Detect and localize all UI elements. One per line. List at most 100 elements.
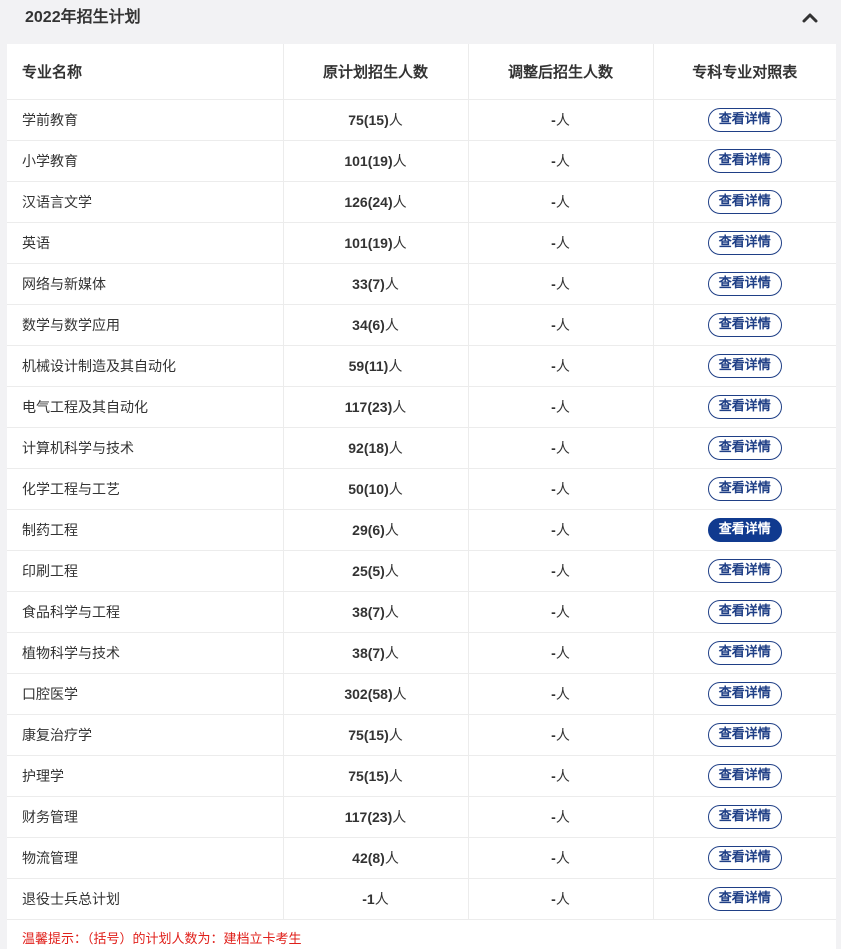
- view-details-button[interactable]: 查看详情: [707, 313, 782, 337]
- major-name: 数学与数学应用: [7, 304, 284, 346]
- original-plan-count: 50(10)人: [283, 468, 469, 510]
- original-plan-count: 101(19)人: [283, 222, 469, 264]
- plan-card: 专业名称 原计划招生人数 调整后招生人数 专科专业对照表 学前教育 75(15)人…: [7, 44, 836, 949]
- table-row: 英语 101(19)人 -人 查看详情: [7, 222, 836, 264]
- major-name: 小学教育: [7, 140, 284, 182]
- view-details-button[interactable]: 查看详情: [707, 395, 782, 419]
- original-plan-value: -1: [362, 891, 375, 907]
- unit-label: 人: [384, 317, 399, 333]
- table-row: 植物科学与技术 38(7)人 -人 查看详情: [7, 632, 836, 674]
- view-details-button[interactable]: 查看详情: [707, 600, 782, 624]
- adjusted-plan-count: -人: [468, 468, 654, 510]
- detail-cell: 查看详情: [653, 99, 836, 141]
- original-plan-value: 33(7): [352, 276, 385, 292]
- original-plan-value: 75(15): [348, 768, 389, 784]
- detail-cell: 查看详情: [653, 755, 836, 797]
- view-details-button[interactable]: 查看详情: [707, 805, 782, 829]
- table-row: 机械设计制造及其自动化 59(11)人 -人 查看详情: [7, 345, 836, 387]
- original-plan-count: 59(11)人: [283, 345, 469, 387]
- view-details-button[interactable]: 查看详情: [707, 682, 782, 706]
- detail-cell: 查看详情: [653, 181, 836, 223]
- view-details-button[interactable]: 查看详情: [707, 518, 782, 542]
- table-row: 学前教育 75(15)人 -人 查看详情: [7, 99, 836, 141]
- view-details-button[interactable]: 查看详情: [707, 231, 782, 255]
- unit-label: 人: [384, 522, 399, 538]
- unit-label: 人: [555, 891, 570, 907]
- original-plan-count: 25(5)人: [283, 550, 469, 592]
- unit-label: 人: [555, 604, 570, 620]
- view-details-button[interactable]: 查看详情: [707, 723, 782, 747]
- detail-cell: 查看详情: [653, 468, 836, 510]
- unit-label: 人: [392, 686, 407, 702]
- detail-cell: 查看详情: [653, 140, 836, 182]
- unit-label: 人: [392, 809, 407, 825]
- table-row: 康复治疗学 75(15)人 -人 查看详情: [7, 714, 836, 756]
- original-plan-count: 42(8)人: [283, 837, 469, 879]
- unit-label: 人: [555, 522, 570, 538]
- major-name: 口腔医学: [7, 673, 284, 715]
- header-adjusted-plan: 调整后招生人数: [468, 44, 654, 100]
- original-plan-value: 75(15): [348, 112, 389, 128]
- adjusted-plan-count: -人: [468, 222, 654, 264]
- panel-header[interactable]: 2022年招生计划: [0, 0, 841, 37]
- original-plan-value: 42(8): [352, 850, 385, 866]
- detail-cell: 查看详情: [653, 796, 836, 838]
- adjusted-plan-count: -人: [468, 878, 654, 920]
- original-plan-count: 126(24)人: [283, 181, 469, 223]
- original-plan-value: 75(15): [348, 727, 389, 743]
- unit-label: 人: [388, 358, 403, 374]
- table-row: 化学工程与工艺 50(10)人 -人 查看详情: [7, 468, 836, 510]
- chevron-up-icon[interactable]: [801, 9, 819, 27]
- view-details-button[interactable]: 查看详情: [707, 436, 782, 460]
- detail-cell: 查看详情: [653, 550, 836, 592]
- detail-cell: 查看详情: [653, 222, 836, 264]
- view-details-button[interactable]: 查看详情: [707, 846, 782, 870]
- view-details-button[interactable]: 查看详情: [707, 641, 782, 665]
- unit-label: 人: [555, 194, 570, 210]
- table-row: 退役士兵总计划 -1人 -人 查看详情: [7, 878, 836, 920]
- unit-label: 人: [388, 481, 403, 497]
- original-plan-value: 59(11): [348, 358, 389, 374]
- detail-cell: 查看详情: [653, 345, 836, 387]
- adjusted-plan-count: -人: [468, 345, 654, 387]
- view-details-button[interactable]: 查看详情: [707, 149, 782, 173]
- unit-label: 人: [555, 440, 570, 456]
- view-details-button[interactable]: 查看详情: [707, 887, 782, 911]
- detail-cell: 查看详情: [653, 673, 836, 715]
- view-details-button[interactable]: 查看详情: [707, 272, 782, 296]
- adjusted-plan-count: -人: [468, 796, 654, 838]
- unit-label: 人: [384, 276, 399, 292]
- unit-label: 人: [388, 112, 403, 128]
- view-details-button[interactable]: 查看详情: [707, 354, 782, 378]
- adjusted-plan-count: -人: [468, 304, 654, 346]
- unit-label: 人: [555, 358, 570, 374]
- adjusted-plan-count: -人: [468, 673, 654, 715]
- view-details-button[interactable]: 查看详情: [707, 764, 782, 788]
- unit-label: 人: [555, 153, 570, 169]
- detail-cell: 查看详情: [653, 304, 836, 346]
- table-row: 网络与新媒体 33(7)人 -人 查看详情: [7, 263, 836, 305]
- detail-cell: 查看详情: [653, 591, 836, 633]
- unit-label: 人: [555, 399, 570, 415]
- warm-tip: 温馨提示：（括号）的计划人数为：建档立卡考生: [22, 931, 302, 946]
- unit-label: 人: [555, 481, 570, 497]
- unit-label: 人: [555, 727, 570, 743]
- view-details-button[interactable]: 查看详情: [707, 559, 782, 583]
- original-plan-value: 92(18): [348, 440, 389, 456]
- view-details-button[interactable]: 查看详情: [707, 108, 782, 132]
- unit-label: 人: [388, 768, 403, 784]
- table-row: 物流管理 42(8)人 -人 查看详情: [7, 837, 836, 879]
- major-name: 植物科学与技术: [7, 632, 284, 674]
- original-plan-count: -1人: [283, 878, 469, 920]
- original-plan-count: 38(7)人: [283, 591, 469, 633]
- original-plan-value: 101(19): [344, 153, 393, 169]
- adjusted-plan-count: -人: [468, 99, 654, 141]
- unit-label: 人: [392, 194, 407, 210]
- major-name: 英语: [7, 222, 284, 264]
- unit-label: 人: [388, 440, 403, 456]
- major-name: 化学工程与工艺: [7, 468, 284, 510]
- original-plan-count: 75(15)人: [283, 714, 469, 756]
- view-details-button[interactable]: 查看详情: [707, 477, 782, 501]
- view-details-button[interactable]: 查看详情: [707, 190, 782, 214]
- original-plan-value: 117(23): [344, 399, 393, 415]
